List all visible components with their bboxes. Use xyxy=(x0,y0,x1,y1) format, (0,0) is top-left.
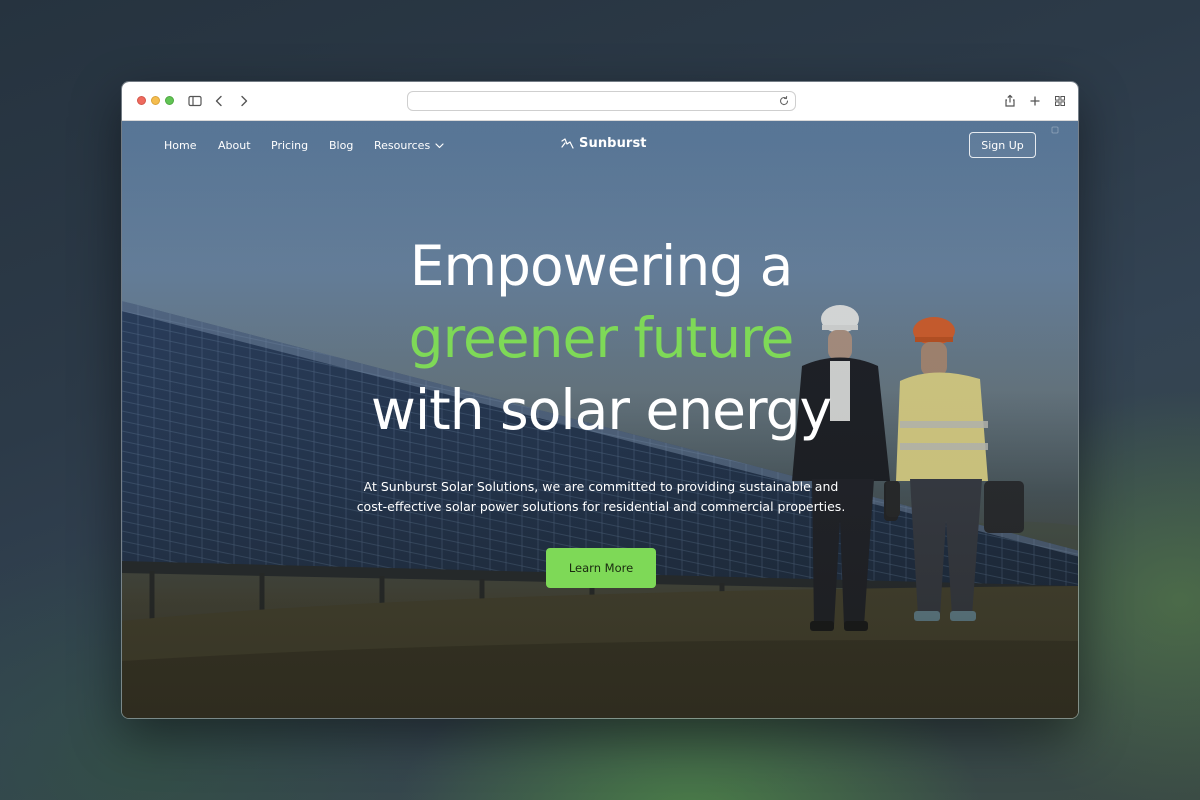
brand-logo[interactable]: Sunburst xyxy=(560,136,647,151)
minimize-window-button[interactable] xyxy=(151,96,160,105)
learn-more-button[interactable]: Learn More xyxy=(546,548,656,588)
brand-name: Sunburst xyxy=(579,136,647,151)
hero-description: At Sunburst Solar Solutions, we are comm… xyxy=(122,477,1078,517)
tab-overview-icon[interactable] xyxy=(1051,92,1069,110)
nav-dropdown-resources[interactable]: Resources xyxy=(374,139,445,152)
hero-heading-line-1: Empowering a xyxy=(409,234,794,298)
share-icon[interactable] xyxy=(1001,92,1019,110)
new-tab-plus-icon[interactable] xyxy=(1026,92,1044,110)
sidebar-toggle-icon[interactable] xyxy=(186,92,204,110)
hero-heading-line-3: with solar energy xyxy=(370,378,832,442)
nav-link-blog[interactable]: Blog xyxy=(329,139,353,152)
nav-link-home[interactable]: Home xyxy=(164,139,196,152)
address-bar[interactable] xyxy=(407,91,796,111)
url-input[interactable] xyxy=(414,93,764,109)
nav-link-about[interactable]: About xyxy=(218,139,251,152)
sign-up-button[interactable]: Sign Up xyxy=(969,132,1036,158)
corner-glyph-icon xyxy=(1051,126,1059,134)
nav-link-pricing[interactable]: Pricing xyxy=(271,139,308,152)
sunburst-logo-icon xyxy=(561,138,574,149)
nav-resources-label: Resources xyxy=(374,139,431,152)
close-window-button[interactable] xyxy=(137,96,146,105)
forward-arrow-icon[interactable] xyxy=(235,92,253,110)
chevron-down-icon xyxy=(435,143,444,149)
hero-description-line-2: cost-effective solar power solutions for… xyxy=(356,499,846,514)
reload-icon[interactable] xyxy=(778,95,790,107)
hero-heading-line-2-accent: greener future xyxy=(408,306,795,370)
browser-toolbar xyxy=(122,82,1078,121)
hero-description-line-1: At Sunburst Solar Solutions, we are comm… xyxy=(363,479,839,494)
browser-window: Home About Pricing Blog Resources Sunbur… xyxy=(121,81,1079,719)
back-arrow-icon[interactable] xyxy=(210,92,228,110)
maximize-window-button[interactable] xyxy=(165,96,174,105)
hero-section: Home About Pricing Blog Resources Sunbur… xyxy=(122,121,1078,718)
